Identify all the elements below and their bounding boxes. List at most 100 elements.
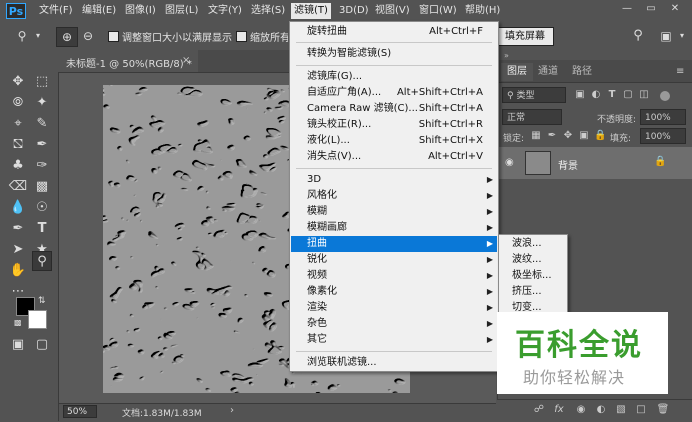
- zoom-in-button[interactable]: ⊕: [56, 27, 78, 47]
- menu-item-adaptive-wide-angle[interactable]: 自适应广角(A)... Alt+Shift+Ctrl+A: [291, 85, 497, 101]
- menu-item-blur[interactable]: 模糊 ▶: [291, 204, 497, 220]
- clone-stamp-icon[interactable]: ♣: [8, 156, 28, 176]
- new-layer-icon[interactable]: □: [634, 403, 648, 417]
- menu-item-stylize[interactable]: 风格化 ▶: [291, 188, 497, 204]
- filter-adjustment-icon[interactable]: ◐: [590, 89, 602, 101]
- menu-window[interactable]: 窗口(W): [416, 3, 460, 19]
- link-layers-icon[interactable]: ☍: [532, 403, 546, 417]
- menu-help[interactable]: 帮助(H): [462, 3, 503, 19]
- menu-item-video[interactable]: 视频 ▶: [291, 268, 497, 284]
- menu-layer[interactable]: 图层(L): [162, 3, 201, 19]
- default-colors-icon[interactable]: ▩: [14, 318, 22, 327]
- menu-file[interactable]: 文件(F): [36, 3, 76, 19]
- menu-item-vanishing-point[interactable]: 消失点(V)... Alt+Ctrl+V: [291, 149, 497, 165]
- menu-item-browse-online[interactable]: 浏览联机滤镜...: [291, 355, 497, 371]
- hand-tool-icon[interactable]: ✋: [8, 261, 28, 281]
- eraser-tool-icon[interactable]: ⌫: [8, 177, 28, 197]
- menu-type[interactable]: 文字(Y): [205, 3, 245, 19]
- add-mask-icon[interactable]: ◉: [574, 403, 588, 417]
- lock-position-icon[interactable]: ✥: [562, 130, 574, 142]
- blur-tool-icon[interactable]: 💧: [8, 198, 28, 218]
- screen-mode-icon[interactable]: ▢: [32, 335, 52, 355]
- menu-filter[interactable]: 滤镜(T): [291, 3, 331, 19]
- fill-field[interactable]: 100%: [640, 128, 686, 144]
- lock-transparent-icon[interactable]: ▦: [530, 130, 542, 142]
- lock-artboard-icon[interactable]: ▣: [578, 130, 590, 142]
- lock-all-icon[interactable]: 🔒: [594, 130, 606, 142]
- resize-windows-checkbox[interactable]: [108, 31, 119, 42]
- menu-item-other[interactable]: 其它 ▶: [291, 332, 497, 348]
- menu-item-convert-smart-filter[interactable]: 转换为智能滤镜(S): [291, 46, 497, 62]
- type-tool-icon[interactable]: T: [32, 219, 52, 239]
- background-color-swatch[interactable]: [28, 310, 47, 329]
- layer-kind-filter[interactable]: ⚲ 类型: [502, 87, 566, 103]
- swap-colors-icon[interactable]: ⇅: [38, 296, 46, 306]
- panel-menu-icon[interactable]: ≡: [676, 66, 684, 77]
- blend-mode-select[interactable]: 正常: [502, 109, 562, 125]
- tab-channels[interactable]: 通道: [532, 63, 564, 81]
- delete-layer-icon[interactable]: 🗑: [656, 403, 670, 417]
- new-group-icon[interactable]: ▧: [614, 403, 628, 417]
- adjustment-layer-icon[interactable]: ◐: [594, 403, 608, 417]
- panel-collapse-icon[interactable]: »: [504, 51, 509, 60]
- menu-item-twirl[interactable]: 旋转扭曲 Alt+Ctrl+F: [291, 24, 497, 40]
- workspace-dropdown-icon[interactable]: ▾: [674, 28, 690, 44]
- menu-item-pixelate[interactable]: 像素化 ▶: [291, 284, 497, 300]
- zoom-out-icon[interactable]: ⊖: [80, 28, 96, 44]
- menu-item-filter-gallery[interactable]: 滤镜库(G)...: [291, 69, 497, 85]
- path-selection-icon[interactable]: ➤: [8, 240, 28, 260]
- submenu-item-polar[interactable]: 极坐标...: [512, 268, 552, 284]
- marquee-tool-icon[interactable]: ⬚: [32, 72, 52, 92]
- document-close-icon[interactable]: ×: [182, 55, 190, 66]
- restore-button[interactable]: ▭: [640, 2, 662, 16]
- menu-item-lens-correction[interactable]: 镜头校正(R)... Shift+Ctrl+R: [291, 117, 497, 133]
- tab-layers[interactable]: 图层: [501, 63, 533, 81]
- layer-name[interactable]: 背景: [558, 157, 578, 172]
- filter-type-icon[interactable]: T: [606, 89, 618, 101]
- minimize-button[interactable]: —: [616, 2, 638, 16]
- quick-mask-icon[interactable]: ▣: [8, 335, 28, 355]
- menu-item-distort[interactable]: 扭曲 ▶: [291, 236, 497, 252]
- brush-tool-icon[interactable]: ✒: [32, 135, 52, 155]
- menu-image[interactable]: 图像(I): [122, 3, 159, 19]
- menu-select[interactable]: 选择(S): [248, 3, 288, 19]
- status-menu-arrow[interactable]: ›: [230, 405, 234, 416]
- filter-shape-icon[interactable]: ▢: [622, 89, 634, 101]
- visibility-eye-icon[interactable]: ◉: [505, 157, 514, 168]
- lock-image-icon[interactable]: ✒: [546, 130, 558, 142]
- menu-edit[interactable]: 编辑(E): [79, 3, 119, 19]
- dodge-tool-icon[interactable]: ☉: [32, 198, 52, 218]
- pen-tool-icon[interactable]: ✒: [8, 219, 28, 239]
- layer-style-icon[interactable]: fx: [552, 403, 566, 417]
- history-brush-icon[interactable]: ✑: [32, 156, 52, 176]
- filter-toggle-icon[interactable]: [660, 91, 670, 101]
- menu-item-render[interactable]: 渲染 ▶: [291, 300, 497, 316]
- filter-pixel-icon[interactable]: ▣: [574, 89, 586, 101]
- menu-3d[interactable]: 3D(D): [336, 3, 372, 19]
- opacity-field[interactable]: 100%: [640, 109, 686, 125]
- menu-item-sharpen[interactable]: 锐化 ▶: [291, 252, 497, 268]
- menu-view[interactable]: 视图(V): [372, 3, 413, 19]
- zoom-tool-selected-icon[interactable]: ⚲: [32, 251, 52, 271]
- submenu-item-wave[interactable]: 波浪...: [512, 236, 542, 252]
- tool-preset-dropdown-icon[interactable]: ▾: [30, 28, 46, 44]
- magic-wand-icon[interactable]: ✦: [32, 93, 52, 113]
- filter-smart-object-icon[interactable]: ◫: [638, 89, 650, 101]
- menu-item-liquify[interactable]: 液化(L)... Shift+Ctrl+X: [291, 133, 497, 149]
- zoom-all-windows-checkbox[interactable]: [236, 31, 247, 42]
- tab-paths[interactable]: 路径: [566, 63, 598, 81]
- fill-screen-button[interactable]: 填充屏幕: [496, 27, 554, 46]
- menu-item-3d[interactable]: 3D ▶: [291, 172, 497, 188]
- search-icon[interactable]: ⚲: [630, 28, 646, 44]
- menu-item-blur-gallery[interactable]: 模糊画廊 ▶: [291, 220, 497, 236]
- zoom-tool-icon[interactable]: ⚲: [14, 28, 30, 44]
- submenu-item-ripple[interactable]: 波纹...: [512, 252, 542, 268]
- workspace-icon[interactable]: ▣: [658, 28, 674, 44]
- zoom-level-field[interactable]: 50%: [63, 405, 97, 418]
- lasso-tool-icon[interactable]: ⦾: [8, 93, 28, 113]
- menu-item-camera-raw[interactable]: Camera Raw 滤镜(C)... Shift+Ctrl+A: [291, 101, 497, 117]
- move-tool-icon[interactable]: ✥: [8, 72, 28, 92]
- gradient-tool-icon[interactable]: ▩: [32, 177, 52, 197]
- healing-brush-icon[interactable]: ⛞: [8, 135, 28, 155]
- eyedropper-icon[interactable]: ✎: [32, 114, 52, 134]
